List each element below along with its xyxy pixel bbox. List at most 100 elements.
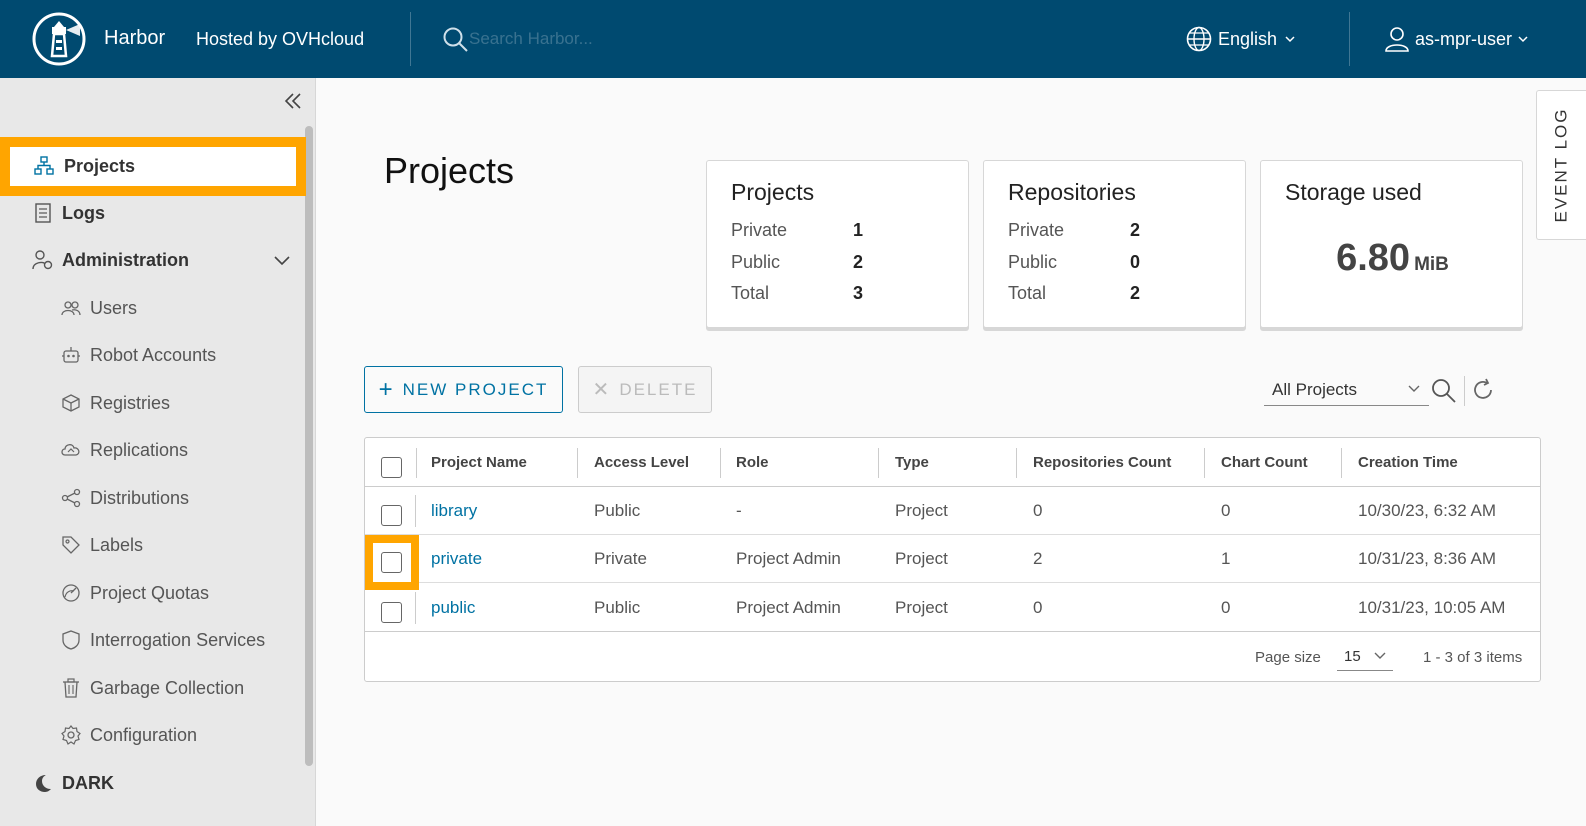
sidebar-item-label: Registries (90, 392, 171, 413)
card-row-value: 1 (853, 220, 864, 240)
shield-icon (60, 629, 82, 651)
column-separator (1341, 448, 1342, 478)
project-name-link[interactable]: private (431, 535, 482, 583)
sidebar-item-label: Projects (64, 156, 136, 176)
harbor-logo-icon[interactable] (32, 12, 86, 66)
column-header-access-level[interactable]: Access Level (594, 438, 689, 487)
access-level-cell: Public (594, 501, 641, 520)
sidebar-item-replications[interactable]: Replications (0, 428, 300, 472)
projects-table: Project Name Access Level Role Type Repo… (364, 437, 1541, 682)
chart-count-cell: 0 (1221, 598, 1231, 617)
row-checkbox[interactable] (381, 602, 402, 623)
dark-mode-toggle[interactable]: DARK (0, 761, 300, 805)
storage-number: 6.80 (1336, 237, 1411, 279)
table-row[interactable]: private Private Project Admin Project 2 … (365, 535, 1540, 590)
table-header-row: Project Name Access Level Role Type Repo… (365, 438, 1540, 487)
table-row[interactable]: library Public - Project 0 0 10/30/23, 6… (365, 487, 1540, 535)
table-row[interactable]: public Public Project Admin Project 0 0 … (365, 584, 1540, 632)
event-log-label: EVENT LOG (1551, 107, 1571, 223)
chevron-down-icon[interactable] (272, 250, 292, 270)
page-title: Projects (384, 150, 515, 191)
logs-icon (32, 202, 54, 224)
card-row-value: 2 (1130, 283, 1141, 303)
column-separator (415, 495, 416, 527)
column-header-project-name[interactable]: Project Name (431, 438, 527, 487)
column-separator (577, 448, 578, 478)
new-project-button[interactable]: + NEW PROJECT (364, 366, 563, 413)
page-size-select[interactable]: 15 (1337, 643, 1393, 671)
hosted-by-label: Hosted by OVHcloud (196, 29, 365, 49)
type-cell: Project (895, 598, 948, 617)
access-level-cell: Private (594, 549, 647, 568)
projects-icon (34, 155, 56, 178)
project-name-link[interactable]: library (431, 487, 477, 535)
projects-summary-card: Projects Private 1 Public 2 Total 3 (706, 160, 969, 328)
chevron-down-icon (1408, 385, 1420, 392)
card-row-value: 0 (1130, 252, 1141, 272)
column-header-repositories-count[interactable]: Repositories Count (1033, 438, 1171, 487)
column-header-type[interactable]: Type (895, 438, 929, 487)
sidebar-item-project-quotas[interactable]: Project Quotas (0, 571, 300, 615)
access-level-cell: Public (594, 598, 641, 617)
role-cell: - (736, 501, 742, 520)
brand-name[interactable]: Harbor (104, 27, 165, 50)
sidebar-scrollbar[interactable] (305, 126, 313, 766)
trash-icon (60, 677, 82, 699)
robot-icon (60, 344, 82, 366)
collapse-sidebar-icon[interactable] (282, 90, 304, 112)
sidebar-item-projects[interactable]: Projects (0, 137, 306, 196)
event-log-tab[interactable]: EVENT LOG (1536, 90, 1586, 240)
column-header-creation-time[interactable]: Creation Time (1358, 438, 1458, 487)
sidebar-item-label: Administration (62, 249, 190, 270)
card-title: Projects (731, 179, 815, 205)
replications-icon (60, 439, 82, 461)
sidebar-item-interrogation-services[interactable]: Interrogation Services (0, 618, 300, 662)
search-icon[interactable] (1431, 378, 1457, 404)
sidebar-item-users[interactable]: Users (0, 286, 300, 330)
card-row-label: Private (731, 220, 788, 240)
column-header-chart-count[interactable]: Chart Count (1221, 438, 1308, 487)
sidebar-item-label: Distributions (90, 487, 190, 508)
sidebar-item-registries[interactable]: Registries (0, 381, 300, 425)
sidebar-item-labels[interactable]: Labels (0, 523, 300, 567)
sidebar: Projects Logs Administration Users Robot… (0, 78, 316, 826)
page-size-value: 15 (1344, 648, 1361, 665)
sidebar-item-garbage-collection[interactable]: Garbage Collection (0, 666, 300, 710)
select-all-checkbox[interactable] (381, 457, 402, 478)
column-separator (416, 448, 417, 478)
refresh-icon[interactable] (1472, 378, 1496, 402)
search-icon[interactable] (443, 27, 469, 53)
chart-count-cell: 0 (1221, 501, 1231, 520)
repositories-summary-card: Repositories Private 2 Public 0 Total 2 (983, 160, 1246, 328)
sidebar-item-logs[interactable]: Logs (0, 191, 300, 235)
sidebar-item-administration[interactable]: Administration (0, 238, 300, 282)
row-checkbox[interactable] (381, 552, 402, 573)
sidebar-item-label: Logs (62, 202, 105, 223)
creation-time-cell: 10/30/23, 6:32 AM (1358, 501, 1496, 520)
page-size-label: Page size (1255, 649, 1321, 666)
quota-icon (60, 582, 82, 604)
sidebar-item-robot-accounts[interactable]: Robot Accounts (0, 333, 300, 377)
card-row-label: Private (1008, 220, 1065, 240)
global-search-input[interactable] (469, 26, 769, 52)
sidebar-item-configuration[interactable]: Configuration (0, 713, 300, 757)
card-row-label: Total (1008, 283, 1047, 303)
role-cell: Project Admin (736, 549, 841, 568)
gear-icon (60, 724, 82, 746)
delete-button[interactable]: ✕ DELETE (578, 366, 712, 413)
column-separator (1204, 448, 1205, 478)
sidebar-item-label: Replications (90, 439, 189, 460)
repositories-count-cell: 2 (1033, 549, 1043, 568)
sidebar-item-distributions[interactable]: Distributions (0, 476, 300, 520)
administration-icon (32, 249, 54, 271)
card-row-value: 3 (853, 283, 864, 303)
new-project-label: NEW PROJECT (402, 379, 549, 399)
project-name-link[interactable]: public (431, 584, 475, 632)
column-header-role[interactable]: Role (736, 438, 769, 487)
toolbar-divider (1464, 376, 1465, 406)
moon-icon (32, 772, 54, 794)
user-menu[interactable]: as-mpr-user (1383, 24, 1530, 54)
row-checkbox[interactable] (381, 505, 402, 526)
language-selector[interactable]: English (1186, 24, 1297, 54)
project-filter-select[interactable]: All Projects (1264, 374, 1429, 406)
